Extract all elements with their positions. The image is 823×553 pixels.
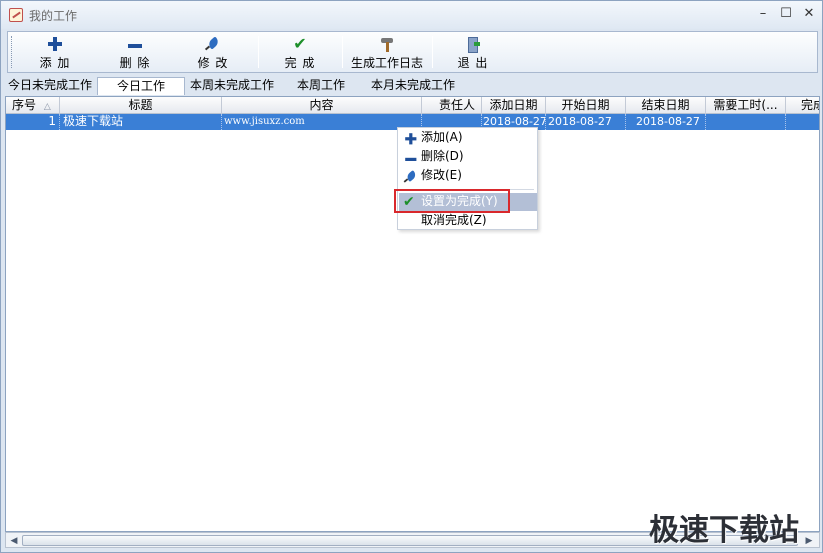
column-header-title[interactable]: 标题 [60, 97, 222, 114]
column-header-done[interactable]: 完成 [786, 97, 819, 114]
grid-header: 序号 △ 标题 内容 责任人 添加日期 开始日期 结束日期 需要工时(... 完… [6, 97, 819, 114]
tab-today-unfinished[interactable]: 今日未完成工作 [5, 77, 95, 95]
window-title: 我的工作 [29, 9, 78, 23]
menu-item-edit[interactable]: 修改(E) [399, 167, 537, 185]
column-header-end-date[interactable]: 结束日期 [626, 97, 706, 114]
cell-hours [706, 114, 786, 130]
cell-done [786, 114, 819, 130]
tab-today[interactable]: 今日工作 [97, 77, 185, 95]
column-header-content[interactable]: 内容 [222, 97, 422, 114]
minus-icon [404, 151, 417, 162]
sort-ascending-icon: △ [43, 102, 51, 112]
scroll-right-icon[interactable]: ▶ [803, 535, 815, 547]
app-icon [9, 8, 23, 22]
title-bar: 我的工作 – ☐ ✕ [1, 1, 822, 29]
column-header-start-date[interactable]: 开始日期 [546, 97, 626, 114]
tab-month-unfinished[interactable]: 本月未完成工作 [367, 77, 459, 95]
cell-end-date: 2018-08-27 [626, 114, 706, 130]
plus-icon [404, 132, 417, 145]
column-header-id[interactable]: 序号 △ [6, 97, 60, 114]
complete-button-label: 完 成 [284, 56, 316, 70]
cell-id: 1 [6, 114, 60, 130]
cell-start-date: 2018-08-27 [546, 114, 626, 130]
tab-week-unfinished[interactable]: 本周未完成工作 [187, 77, 277, 95]
edit-button[interactable]: 修 改 [178, 34, 248, 70]
pen-icon [404, 170, 417, 183]
cell-title: 极速下载站 [60, 114, 222, 130]
minus-icon [127, 36, 143, 52]
app-window: 我的工作 – ☐ ✕ 添 加 删 除 修 改 ✔ 完 成 生成工作日志 退 出 … [0, 0, 823, 553]
add-button-label: 添 加 [39, 56, 71, 70]
check-icon: ✔ [293, 34, 307, 53]
edit-button-label: 修 改 [197, 56, 229, 70]
menu-item-label: 取消完成(Z) [421, 213, 487, 227]
column-header-added-date[interactable]: 添加日期 [482, 97, 546, 114]
minimize-button[interactable]: – [753, 5, 773, 23]
toolbar-grip [11, 36, 14, 68]
column-header-hours[interactable]: 需要工时(... [706, 97, 786, 114]
menu-item-label: 修改(E) [421, 168, 462, 182]
tab-strip: 今日未完成工作 今日工作 本周未完成工作 本周工作 本月未完成工作 [5, 77, 818, 95]
exit-icon [465, 36, 481, 53]
generate-log-button-label: 生成工作日志 [350, 56, 423, 70]
complete-button[interactable]: ✔ 完 成 [264, 34, 336, 71]
delete-button-label: 删 除 [119, 56, 151, 70]
hammer-icon [379, 36, 395, 52]
menu-item-label: 删除(D) [421, 149, 464, 163]
menu-item-delete[interactable]: 删除(D) [399, 148, 537, 166]
exit-button[interactable]: 退 出 [438, 34, 508, 70]
toolbar-separator [342, 36, 343, 68]
menu-item-cancel-complete[interactable]: 取消完成(Z) [399, 212, 537, 230]
maximize-button[interactable]: ☐ [776, 5, 796, 23]
add-button[interactable]: 添 加 [20, 34, 90, 70]
toolbar-separator [432, 36, 433, 68]
column-header-owner[interactable]: 责任人 [422, 97, 482, 114]
delete-button[interactable]: 删 除 [100, 34, 170, 70]
watermark-logo: 极速下载站 [649, 513, 799, 548]
scroll-left-icon[interactable]: ◀ [8, 535, 20, 547]
context-menu: 添加(A) 删除(D) 修改(E) ✔ 设置为完成(Y) 取消完成(Z) [397, 127, 538, 230]
menu-item-label: 添加(A) [421, 130, 463, 144]
pen-icon [205, 36, 221, 52]
tab-week[interactable]: 本周工作 [281, 77, 361, 95]
column-header-label: 序号 [12, 98, 37, 112]
toolbar: 添 加 删 除 修 改 ✔ 完 成 生成工作日志 退 出 [7, 31, 818, 73]
annotation-highlight-box [394, 189, 510, 213]
exit-button-label: 退 出 [457, 56, 489, 70]
menu-item-add[interactable]: 添加(A) [399, 129, 537, 147]
plus-icon [47, 36, 63, 52]
generate-log-button[interactable]: 生成工作日志 [346, 34, 428, 70]
close-button[interactable]: ✕ [799, 5, 819, 23]
cell-content: www.jisuxz.com [222, 114, 422, 130]
toolbar-separator [258, 36, 259, 68]
